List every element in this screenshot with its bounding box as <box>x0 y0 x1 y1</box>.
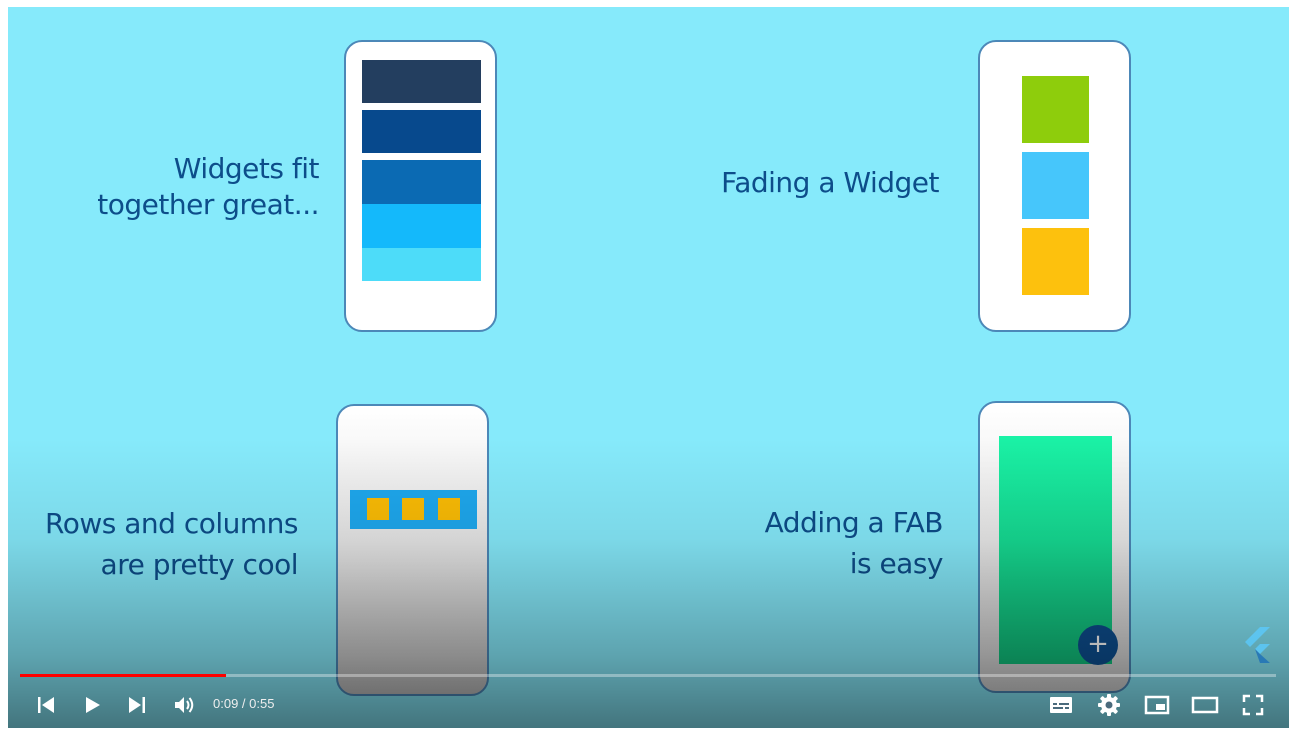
row-container <box>350 490 477 529</box>
widget-stack <box>362 60 481 281</box>
stack-block <box>362 60 481 103</box>
caption-line: together great... <box>97 188 319 221</box>
mute-button[interactable] <box>168 689 200 721</box>
fade-square <box>1022 152 1089 219</box>
fab-plus-icon: + <box>1078 625 1118 665</box>
settings-icon <box>1098 694 1120 716</box>
previous-button[interactable] <box>30 689 62 721</box>
stack-block <box>362 248 481 281</box>
caption-rows-columns: Rows and columns are pretty cool <box>45 506 298 583</box>
caption-fading-widget: Fading a Widget <box>721 165 939 201</box>
progress-bar[interactable] <box>20 674 1276 677</box>
volume-icon <box>175 697 194 713</box>
fade-square <box>1022 76 1089 143</box>
subtitles-icon <box>1050 697 1072 713</box>
miniplayer-button[interactable] <box>1141 689 1173 721</box>
stack-block <box>362 204 481 248</box>
phone-stacked-widgets <box>344 40 497 332</box>
subtitles-button[interactable] <box>1045 689 1077 721</box>
fullscreen-icon <box>1242 694 1264 716</box>
phone-fading-widget <box>978 40 1131 332</box>
caption-line: is easy <box>849 547 944 580</box>
caption-line: Widgets fit <box>173 152 320 185</box>
time-display: 0:09 / 0:55 <box>213 696 275 711</box>
settings-button[interactable] <box>1093 689 1125 721</box>
row-cell <box>402 498 424 520</box>
caption-line: are pretty cool <box>100 548 299 581</box>
video-frame[interactable]: Widgets fit together great... Fading a W… <box>8 7 1289 728</box>
miniplayer-icon <box>1144 695 1170 715</box>
row-cell <box>438 498 460 520</box>
previous-icon <box>38 697 54 713</box>
stack-block <box>362 160 481 204</box>
play-icon <box>86 697 100 713</box>
phone-fab: + <box>978 401 1131 693</box>
caption-line: Fading a Widget <box>721 166 939 199</box>
progress-played <box>20 674 226 677</box>
stack-block <box>362 110 481 153</box>
next-icon <box>129 697 145 713</box>
phone-rows-columns <box>336 404 489 696</box>
next-button[interactable] <box>121 689 153 721</box>
video-player[interactable]: Widgets fit together great... Fading a W… <box>8 7 1289 728</box>
play-button[interactable] <box>76 689 108 721</box>
theater-mode-icon <box>1191 696 1219 714</box>
row-cell <box>367 498 389 520</box>
caption-adding-fab: Adding a FAB is easy <box>764 505 944 582</box>
caption-widgets-fit: Widgets fit together great... <box>97 151 319 223</box>
caption-line: Rows and columns <box>45 507 298 540</box>
theater-mode-button[interactable] <box>1189 689 1221 721</box>
fade-square <box>1022 228 1089 295</box>
caption-line: Adding a FAB <box>764 506 944 539</box>
flutter-logo-icon <box>1245 627 1270 663</box>
fullscreen-button[interactable] <box>1237 689 1269 721</box>
